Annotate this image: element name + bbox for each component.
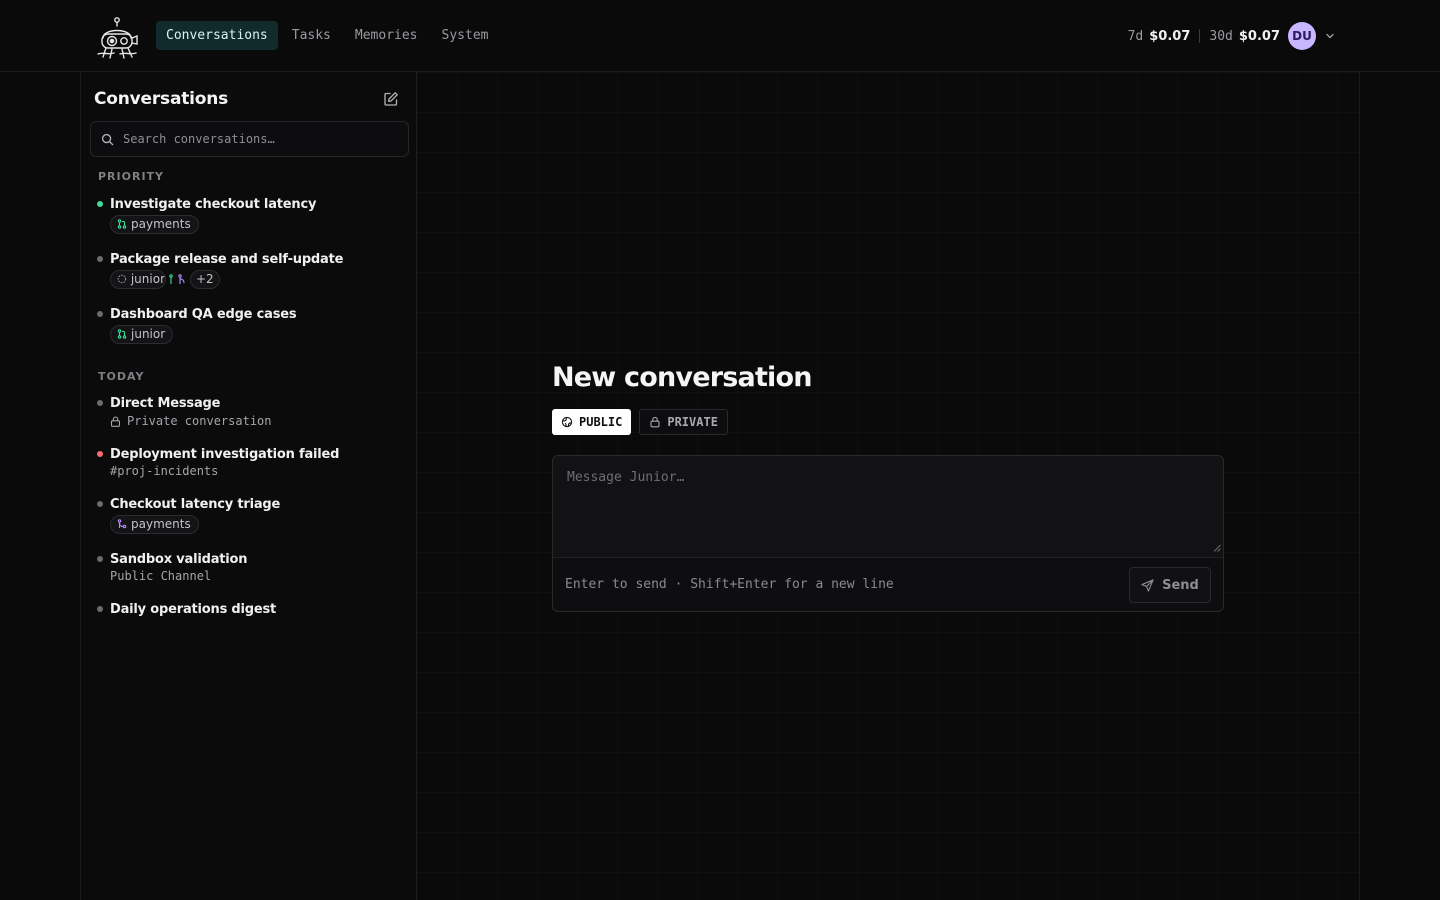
list-item[interactable]: Checkout latency triage payments (97, 495, 397, 534)
lock-icon (650, 416, 660, 428)
status-dot (97, 201, 103, 207)
lock-icon (110, 416, 121, 427)
conversations-sidebar: Conversations Search conversations… PRIO… (80, 72, 417, 900)
chip-label: payments (131, 517, 191, 531)
edit-square-icon[interactable] (383, 91, 399, 107)
list-item[interactable]: Dashboard QA edge cases junior (97, 305, 397, 344)
git-branch-icon (169, 273, 173, 284)
status-dot (97, 501, 103, 507)
conversation-subtitle: Private conversation (127, 414, 272, 428)
message-composer: Enter to send · Shift+Enter for a new li… (552, 455, 1224, 612)
conversation-title: Direct Message (110, 395, 221, 411)
loading-circle-icon (117, 274, 127, 284)
nav-tasks[interactable]: Tasks (282, 21, 341, 50)
usage-period-label: 7d (1127, 28, 1144, 44)
usage-summary: 7d $0.07 30d $0.07 DU (1128, 22, 1336, 50)
usage-amount: $0.07 (1149, 28, 1191, 44)
public-button[interactable]: PUBLIC (552, 409, 632, 435)
list-item[interactable]: Package release and self-update junior +… (97, 250, 397, 289)
chip-label: payments (131, 217, 191, 231)
search-input[interactable]: Search conversations… (90, 121, 409, 157)
list-item[interactable]: Deployment investigation failed #proj-in… (97, 445, 397, 480)
git-pull-request-icon (117, 329, 127, 339)
main-panel: New conversation PUBLIC PRIVATE Enter to… (417, 72, 1360, 900)
conversation-title: Daily operations digest (110, 601, 277, 617)
conversation-title: Package release and self-update (110, 251, 344, 267)
conversation-title: Investigate checkout latency (110, 196, 317, 212)
repo-chip: payments (110, 514, 199, 534)
send-button[interactable]: Send (1129, 567, 1211, 603)
repo-chip: junior (110, 324, 174, 344)
list-item[interactable]: Investigate checkout latency payments (97, 195, 397, 234)
private-button[interactable]: PRIVATE (639, 409, 728, 435)
section-label-today: TODAY (98, 370, 145, 383)
status-dot (97, 311, 103, 317)
conversation-title: Dashboard QA edge cases (110, 306, 297, 322)
more-chip: +2 (190, 269, 220, 289)
main-nav: Conversations Tasks Memories System (156, 21, 502, 50)
status-dot (97, 606, 103, 612)
conversation-title: Sandbox validation (110, 551, 248, 567)
send-icon (1141, 578, 1154, 592)
nav-conversations[interactable]: Conversations (156, 21, 278, 50)
status-dot (97, 256, 103, 262)
repo-chip: junior (110, 269, 166, 289)
private-label: PRIVATE (667, 415, 718, 429)
message-input[interactable] (553, 456, 1223, 558)
conversation-subtitle: Public Channel (110, 569, 212, 583)
usage-30d: 30d $0.07 (1209, 29, 1280, 44)
sidebar-title: Conversations (94, 89, 229, 109)
conversation-title: Checkout latency triage (110, 496, 281, 512)
visibility-toggle: PUBLIC PRIVATE (552, 409, 736, 435)
status-dot (97, 556, 103, 562)
usage-7d: 7d $0.07 (1128, 29, 1191, 44)
repo-chip: payments (110, 214, 199, 234)
chevron-down-icon[interactable] (1324, 30, 1336, 42)
status-dot (97, 451, 103, 457)
usage-amount: $0.07 (1238, 28, 1280, 44)
robot-mascot-icon[interactable] (94, 14, 140, 60)
list-item[interactable]: Sandbox validation Public Channel (97, 550, 397, 585)
conversation-subtitle: #proj-incidents (110, 464, 219, 478)
nav-memories[interactable]: Memories (345, 21, 428, 50)
list-item[interactable]: Daily operations digest (97, 600, 397, 618)
send-label: Send (1162, 577, 1199, 593)
status-dot (97, 400, 103, 406)
nav-system[interactable]: System (432, 21, 499, 50)
globe-icon (561, 416, 573, 428)
chip-label: junior (130, 272, 165, 286)
public-label: PUBLIC (579, 415, 623, 429)
resize-handle-icon[interactable] (1213, 544, 1221, 552)
top-bar: Conversations Tasks Memories System 7d $… (0, 0, 1440, 72)
section-label-priority: PRIORITY (98, 170, 165, 183)
avatar[interactable]: DU (1288, 22, 1316, 50)
git-merge-icon (178, 273, 185, 284)
search-placeholder: Search conversations… (123, 132, 275, 146)
git-pull-request-icon (117, 219, 127, 229)
git-merge-icon (117, 519, 127, 529)
chip-label: junior (131, 327, 166, 341)
page-title: New conversation (552, 362, 812, 393)
composer-hint: Enter to send · Shift+Enter for a new li… (565, 577, 894, 592)
list-item[interactable]: Direct Message Private conversation (97, 394, 397, 430)
usage-period-label: 30d (1209, 28, 1233, 44)
conversation-title: Deployment investigation failed (110, 446, 340, 462)
usage-divider (1199, 29, 1201, 43)
search-icon (101, 133, 114, 146)
